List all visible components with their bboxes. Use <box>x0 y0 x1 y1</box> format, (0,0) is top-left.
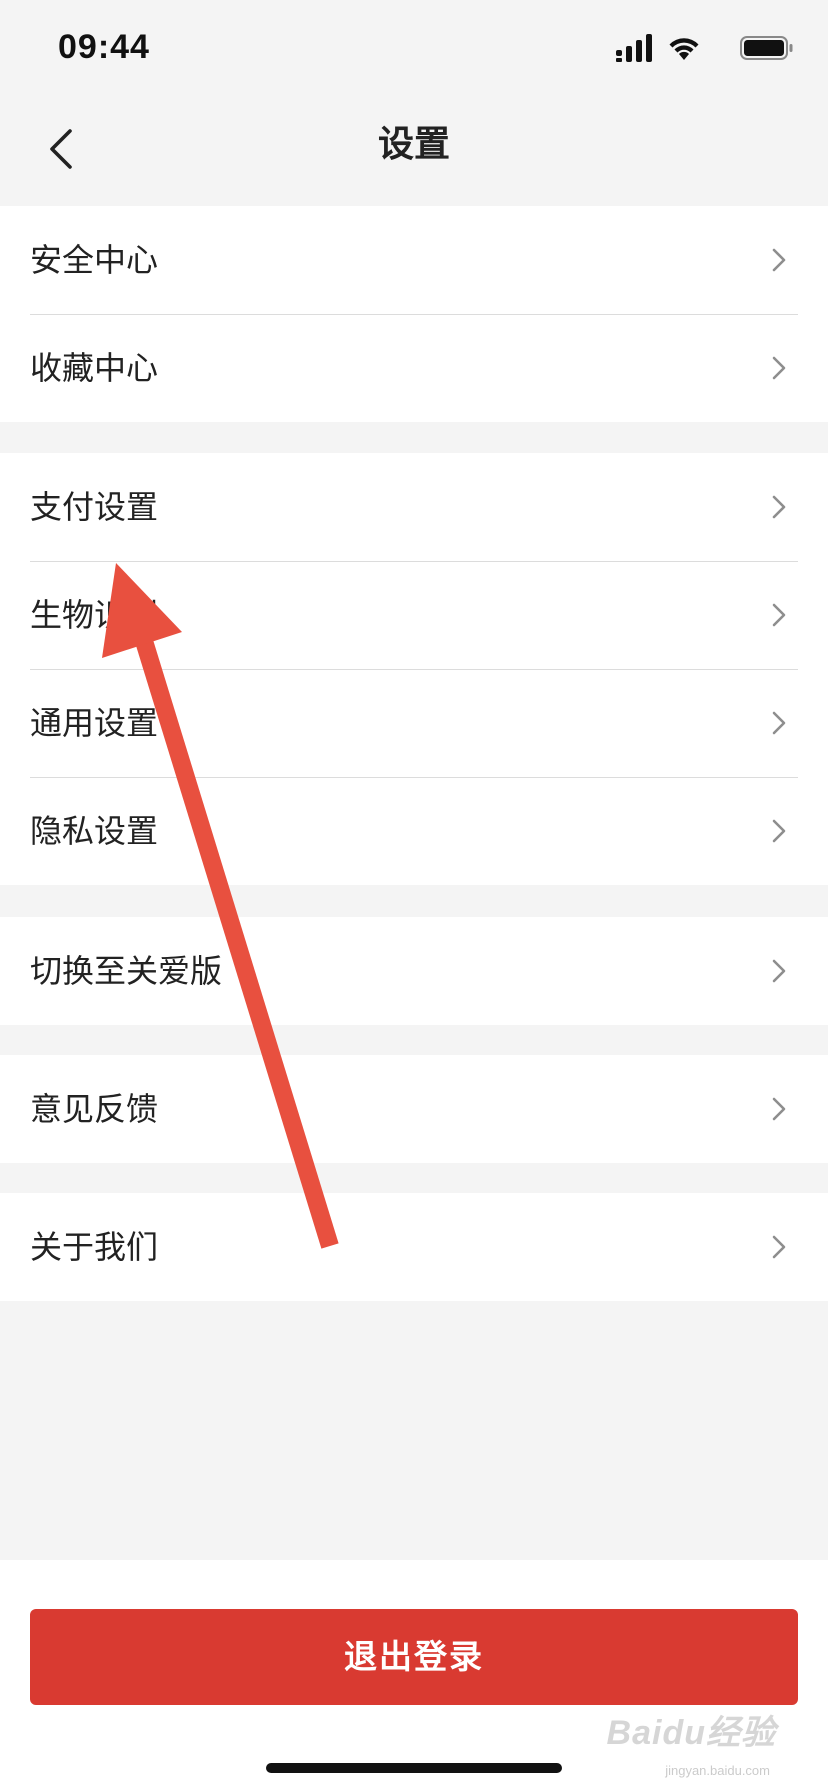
settings-group-care-mode: 切换至关爱版 <box>0 917 828 1025</box>
cellular-signal-icon <box>616 34 652 62</box>
menu-item-about-us[interactable]: 关于我们 <box>0 1193 828 1301</box>
chevron-right-icon <box>772 603 786 627</box>
menu-item-biometrics[interactable]: 生物识别 <box>0 561 828 669</box>
menu-item-label: 切换至关爱版 <box>30 952 223 990</box>
menu-item-label: 支付设置 <box>30 488 159 526</box>
baidu-watermark-url: jingyan.baidu.com <box>665 1763 770 1778</box>
logout-area: 退出登录 <box>0 1560 828 1792</box>
menu-item-label: 通用设置 <box>30 704 159 742</box>
menu-item-security-center[interactable]: 安全中心 <box>0 206 828 314</box>
menu-item-general-settings[interactable]: 通用设置 <box>0 669 828 777</box>
settings-group-feedback: 意见反馈 <box>0 1055 828 1163</box>
chevron-right-icon <box>772 1235 786 1259</box>
baidu-watermark: Baidu经验 <box>606 1714 776 1752</box>
battery-icon <box>740 36 793 60</box>
chevron-right-icon <box>772 248 786 272</box>
menu-item-privacy-settings[interactable]: 隐私设置 <box>0 777 828 885</box>
menu-item-payment-settings[interactable]: 支付设置 <box>0 453 828 561</box>
menu-item-switch-care-version[interactable]: 切换至关爱版 <box>0 917 828 1025</box>
menu-item-feedback[interactable]: 意见反馈 <box>0 1055 828 1163</box>
logout-button[interactable]: 退出登录 <box>30 1609 798 1705</box>
page-title: 设置 <box>377 124 450 165</box>
nav-bar: 设置 <box>0 96 828 208</box>
menu-item-label: 生物识别 <box>30 596 159 634</box>
chevron-right-icon <box>772 819 786 843</box>
menu-item-label: 意见反馈 <box>30 1090 159 1128</box>
home-indicator[interactable] <box>266 1763 562 1773</box>
menu-item-label: 关于我们 <box>30 1228 159 1266</box>
wifi-icon <box>669 38 699 60</box>
settings-group-account: 安全中心 收藏中心 <box>0 206 828 422</box>
chevron-right-icon <box>772 1097 786 1121</box>
status-bar: 09:44 <box>0 0 828 100</box>
chevron-right-icon <box>772 711 786 735</box>
settings-group-about: 关于我们 <box>0 1193 828 1301</box>
menu-item-label: 收藏中心 <box>30 349 159 387</box>
chevron-right-icon <box>772 959 786 983</box>
menu-item-label: 安全中心 <box>30 241 159 279</box>
chevron-right-icon <box>772 356 786 380</box>
settings-group-preferences: 支付设置 生物识别 通用设置 隐私设置 <box>0 453 828 885</box>
status-time: 09:44 <box>58 28 150 66</box>
menu-item-label: 隐私设置 <box>30 812 159 850</box>
menu-item-favorites-center[interactable]: 收藏中心 <box>0 314 828 422</box>
chevron-right-icon <box>772 495 786 519</box>
